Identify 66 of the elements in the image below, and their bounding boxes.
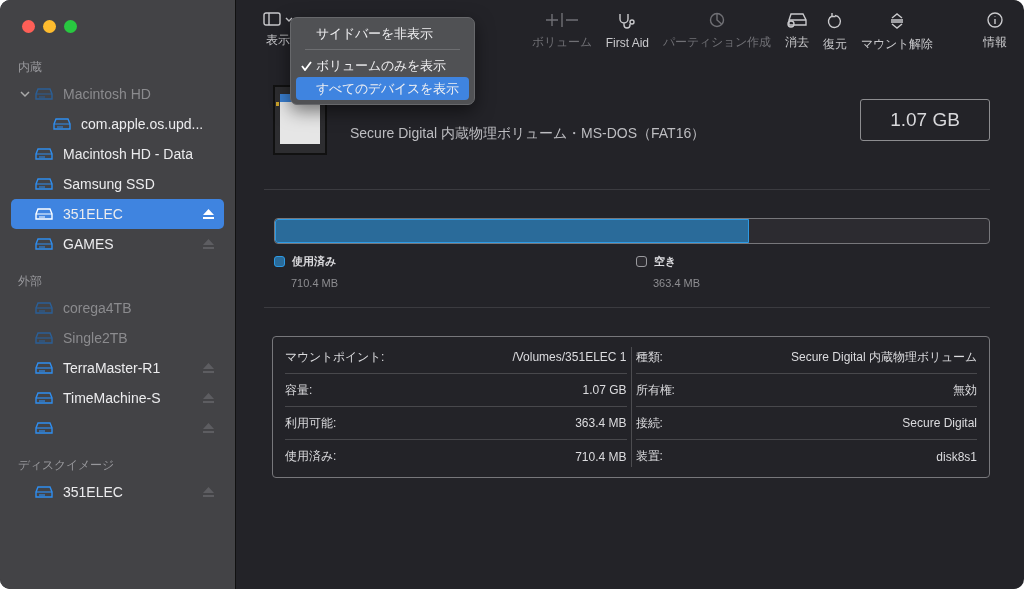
info-label: マウントポイント:	[285, 348, 385, 366]
size-box: 1.07 GB	[860, 99, 990, 141]
eject-icon[interactable]	[203, 239, 214, 249]
drive-icon	[35, 362, 53, 374]
toolbar-button[interactable]: 消去	[778, 12, 816, 51]
sidebar-item[interactable]: Samsung SSD	[11, 169, 224, 199]
info-label: 利用可能:	[285, 414, 337, 432]
sidebar-item[interactable]: 351ELEC	[11, 477, 224, 507]
drive-icon	[35, 392, 53, 404]
toolbar-button[interactable]: 情報	[976, 12, 1014, 51]
info-value: 710.4 MB	[575, 449, 627, 464]
drive-icon	[35, 178, 53, 190]
menu-item[interactable]: すべてのデバイスを表示	[296, 77, 469, 100]
drive-icon	[35, 88, 53, 100]
pie-icon	[709, 12, 725, 28]
section-title: 内蔵	[18, 59, 43, 74]
info-label: 種類:	[635, 348, 663, 366]
volume-subtitle: Secure Digital 内蔵物理ボリューム・MS-DOS（FAT16）	[350, 125, 707, 143]
drive-icon	[35, 332, 53, 344]
info-icon	[987, 12, 1003, 28]
sidebar-item[interactable]: GAMES	[11, 229, 224, 259]
info-label: 所有権:	[635, 381, 675, 399]
menu-item[interactable]: ボリュームのみを表示	[296, 54, 469, 77]
section-title: 外部	[18, 273, 43, 288]
eject-icon[interactable]	[203, 487, 214, 497]
info-value: /Volumes/351ELEC 1	[512, 350, 627, 364]
drive-icon	[35, 302, 53, 314]
legend-value: 710.4 MB	[291, 277, 340, 289]
info-value: 363.4 MB	[575, 416, 627, 430]
eject-icon[interactable]	[203, 393, 214, 403]
legend-label: 空き	[654, 254, 676, 269]
minimize-button[interactable]	[43, 20, 56, 33]
info-value: 無効	[953, 381, 977, 399]
drive-x-icon	[786, 12, 808, 28]
section-title: ディスクイメージ	[18, 457, 115, 472]
legend-value: 363.4 MB	[653, 277, 702, 289]
sidebar-icon	[263, 12, 293, 26]
drive-icon	[35, 238, 53, 250]
eject-icon[interactable]	[203, 363, 214, 373]
drive-icon	[35, 486, 53, 498]
toolbar-button[interactable]: First Aid	[598, 12, 656, 50]
sidebar-item[interactable]: TimeMachine-S	[11, 383, 224, 413]
info-value: Secure Digital 内蔵物理ボリューム	[790, 348, 977, 366]
sidebar-item[interactable]: Macintosh HD - Data	[11, 139, 224, 169]
eject-icon[interactable]	[203, 423, 214, 433]
plus-minus-icon	[543, 12, 580, 28]
info-value: 1.07 GB	[582, 383, 627, 397]
stethoscope-icon	[618, 12, 637, 30]
toolbar-button[interactable]: 復元	[816, 12, 854, 53]
chevrons-icon	[889, 12, 905, 30]
info-label: 装置:	[635, 448, 663, 465]
drive-icon	[35, 422, 53, 434]
toolbar-button[interactable]: マウント解除	[854, 12, 940, 53]
close-button[interactable]	[22, 20, 35, 33]
drive-icon	[35, 208, 53, 220]
drive-icon	[53, 118, 71, 130]
sidebar-item[interactable]: TerraMaster-R1	[11, 353, 224, 383]
info-label: 容量:	[285, 381, 313, 399]
info-label: 接続:	[635, 414, 663, 432]
info-value: disk8s1	[936, 449, 977, 464]
info-value: Secure Digital	[902, 416, 977, 430]
info-label: 使用済み:	[285, 448, 337, 465]
legend-label: 使用済み	[292, 254, 336, 269]
zoom-button[interactable]	[64, 20, 77, 33]
eject-icon[interactable]	[203, 209, 214, 219]
drive-icon	[35, 148, 53, 160]
